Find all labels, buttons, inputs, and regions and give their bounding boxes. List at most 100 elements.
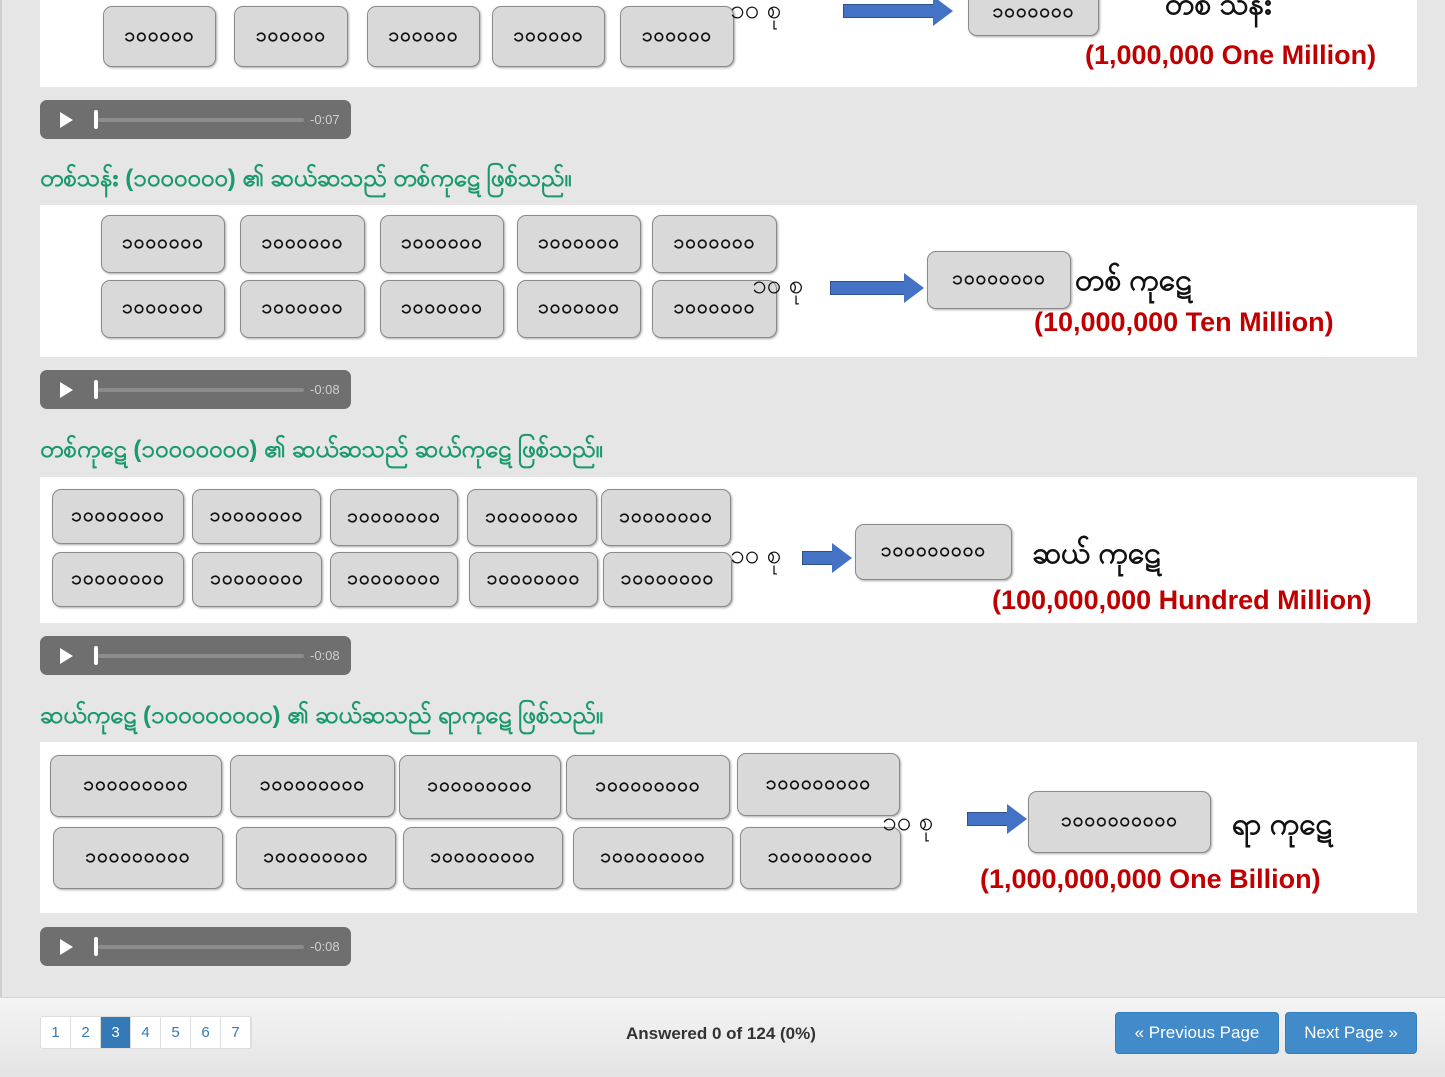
english-number-name: (1,000,000,000 One Billion)	[980, 864, 1321, 894]
page-link-5[interactable]: 5	[161, 1017, 191, 1048]
audio-scrubber[interactable]	[94, 937, 98, 956]
number-box: ၁၀၀၀၀၀၀၀	[192, 552, 322, 607]
myanmar-number-name: ရာ ကုဋေ	[1232, 808, 1333, 841]
audio-progress-track[interactable]	[98, 945, 304, 949]
number-box: ၁၀၀၀၀၀၀၀၀	[573, 827, 733, 889]
arrow-head	[832, 543, 852, 573]
english-number-name: (10,000,000 Ten Million)	[1034, 307, 1334, 337]
audio-player[interactable]: -0:08	[40, 370, 351, 409]
number-box: ၁၀၀၀၀၀၀၀၀	[50, 755, 222, 817]
arrow-shaft	[967, 812, 1009, 826]
arrow-right-icon	[830, 273, 924, 303]
arrow-head	[904, 273, 924, 303]
number-box: ၁၀၀၀၀၀၀	[240, 215, 365, 273]
page-link-1[interactable]: 1	[41, 1017, 71, 1048]
next-page-button[interactable]: Next Page »	[1285, 1012, 1417, 1054]
figure-panel: ၁၀၀၀၀၀၀၀၀ ၁၀၀၀၀၀၀၀၀ ၁၀၀၀၀၀၀၀၀ ၁၀၀၀၀၀၀၀၀ ၁၀၀၀…	[40, 742, 1417, 913]
audio-scrubber[interactable]	[94, 110, 98, 129]
audio-player[interactable]: -0:07	[40, 100, 351, 139]
number-box: ၁၀၀၀၀၀	[234, 6, 348, 67]
audio-progress-track[interactable]	[98, 654, 304, 658]
number-box: ၁၀၀၀၀၀၀၀	[469, 552, 598, 607]
number-box: ၁၀၀၀၀၀၀၀	[603, 552, 732, 607]
number-box: ၁၀၀၀၀၀၀	[380, 215, 504, 273]
pagination: 1234567	[40, 1016, 252, 1049]
number-box: ၁၀၀၀၀၀၀	[101, 280, 225, 338]
audio-time-remaining: -0:08	[310, 939, 340, 954]
number-box: ၁၀၀၀၀၀၀၀၀	[53, 827, 223, 889]
audio-progress-track[interactable]	[98, 118, 304, 122]
result-box: ၁၀၀၀၀၀၀၀၀	[855, 524, 1012, 580]
result-box: ၁၀၀၀၀၀၀	[968, 0, 1099, 36]
group-of-ten-label: ၁၀ စု	[730, 539, 782, 569]
play-icon[interactable]	[60, 382, 73, 398]
myanmar-number-name: တစ် ကုဋေ	[1075, 264, 1192, 297]
number-box: ၁၀၀၀၀၀၀၀	[52, 552, 184, 607]
number-box: ၁၀၀၀၀၀	[367, 6, 480, 67]
arrow-head	[1007, 804, 1027, 834]
number-box: ၁၀၀၀၀၀	[492, 6, 605, 67]
arrow-right-icon	[802, 543, 852, 573]
number-box: ၁၀၀၀၀၀၀	[517, 215, 641, 273]
section-heading: ဆယ်ကုဋေ (၁၀၀၀၀၀၀၀၀) ၏ ဆယ်ဆသည် ရာကုဋေ ဖြစ…	[40, 702, 604, 729]
number-box: ၁၀၀၀၀၀၀	[380, 280, 504, 338]
audio-player[interactable]: -0:08	[40, 927, 351, 966]
number-box: ၁၀၀၀၀၀၀၀၀	[236, 827, 396, 889]
page-link-4[interactable]: 4	[131, 1017, 161, 1048]
number-box: ၁၀၀၀၀၀၀	[517, 280, 641, 338]
audio-time-remaining: -0:08	[310, 382, 340, 397]
myanmar-number-name: တစ် သန်း	[1165, 0, 1272, 21]
page-link-3[interactable]: 3	[101, 1017, 131, 1048]
group-of-ten-label: ၁၀ စု	[730, 0, 782, 24]
arrow-head	[933, 0, 953, 26]
answered-status: Answered 0 of 124 (0%)	[626, 1024, 816, 1043]
number-box: ၁၀၀၀၀၀၀	[240, 280, 365, 338]
group-of-ten-label: ၁၀ စု	[752, 269, 804, 299]
group-of-ten-label: ၁၀ စု	[882, 806, 934, 836]
number-box: ၁၀၀၀၀၀၀၀၀	[230, 755, 395, 817]
number-box: ၁၀၀၀၀၀၀	[652, 215, 777, 273]
number-box: ၁၀၀၀၀၀	[103, 6, 216, 67]
number-box: ၁၀၀၀၀၀၀၀	[192, 489, 321, 544]
number-box: ၁၀၀၀၀၀၀၀	[467, 489, 597, 546]
number-box: ၁၀၀၀၀၀၀၀၀	[403, 827, 563, 889]
arrow-shaft	[843, 4, 935, 18]
arrow-right-icon	[967, 804, 1027, 834]
play-icon[interactable]	[60, 648, 73, 664]
audio-progress-track[interactable]	[98, 388, 304, 392]
english-number-name: (1,000,000 One Million)	[1085, 40, 1377, 70]
figure-panel: ၁၀၀၀၀၀ ၁၀၀၀၀၀ ၁၀၀၀၀၀ ၁၀၀၀၀၀ ၁၀၀၀၀၀ ၁၀ စု ၁၀၀၀၀…	[40, 0, 1417, 87]
number-box: ၁၀၀၀၀၀၀၀၀	[740, 827, 901, 889]
number-box: ၁၀၀၀၀၀၀၀၀	[399, 755, 561, 819]
figure-panel: ၁၀၀၀၀၀၀၀ ၁၀၀၀၀၀၀၀ ၁၀၀၀၀၀၀၀ ၁၀၀၀၀၀၀၀ ၁၀၀၀၀၀၀၀…	[40, 477, 1417, 623]
myanmar-number-name: ဆယ် ကုဋေ	[1032, 537, 1161, 570]
audio-scrubber[interactable]	[94, 380, 98, 399]
audio-player[interactable]: -0:08	[40, 636, 351, 675]
number-box: ၁၀၀၀၀၀၀၀	[52, 489, 184, 544]
section-heading: တစ်ကုဋေ (၁၀၀၀၀၀၀၀) ၏ ဆယ်ဆသည် ဆယ်ကုဋေ ဖြစ…	[40, 436, 603, 463]
audio-scrubber[interactable]	[94, 646, 98, 665]
number-box: ၁၀၀၀၀၀၀၀	[601, 489, 731, 546]
number-box: ၁၀၀၀၀၀	[620, 6, 734, 67]
audio-time-remaining: -0:07	[310, 112, 340, 127]
number-box: ၁၀၀၀၀၀၀၀၀	[737, 753, 900, 816]
english-number-name: (100,000,000 Hundred Million)	[992, 585, 1372, 615]
play-icon[interactable]	[60, 939, 73, 955]
page-link-7[interactable]: 7	[221, 1017, 251, 1048]
result-box: ၁၀၀၀၀၀၀၀၀၀	[1028, 791, 1211, 853]
page-link-6[interactable]: 6	[191, 1017, 221, 1048]
previous-page-button[interactable]: « Previous Page	[1115, 1012, 1279, 1054]
number-box: ၁၀၀၀၀၀၀	[101, 215, 225, 273]
play-icon[interactable]	[60, 112, 73, 128]
page-link-2[interactable]: 2	[71, 1017, 101, 1048]
arrow-shaft	[802, 551, 834, 565]
number-box: ၁၀၀၀၀၀၀၀၀	[566, 755, 730, 819]
number-box: ၁၀၀၀၀၀၀၀	[330, 489, 458, 546]
result-box: ၁၀၀၀၀၀၀၀	[927, 251, 1071, 309]
section-heading: တစ်သန်း (၁၀၀၀၀၀၀) ၏ ဆယ်ဆသည် တစ်ကုဋေ ဖြစ်…	[40, 165, 572, 192]
arrow-shaft	[830, 281, 906, 295]
footer-bar: 1234567 Answered 0 of 124 (0%) « Previou…	[0, 997, 1445, 1077]
figure-panel: ၁၀၀၀၀၀၀ ၁၀၀၀၀၀၀ ၁၀၀၀၀၀၀ ၁၀၀၀၀၀၀ ၁၀၀၀၀၀၀ ၁၀၀၀၀…	[40, 205, 1417, 357]
left-border	[0, 0, 2, 997]
number-box: ၁၀၀၀၀၀၀၀	[330, 552, 458, 607]
